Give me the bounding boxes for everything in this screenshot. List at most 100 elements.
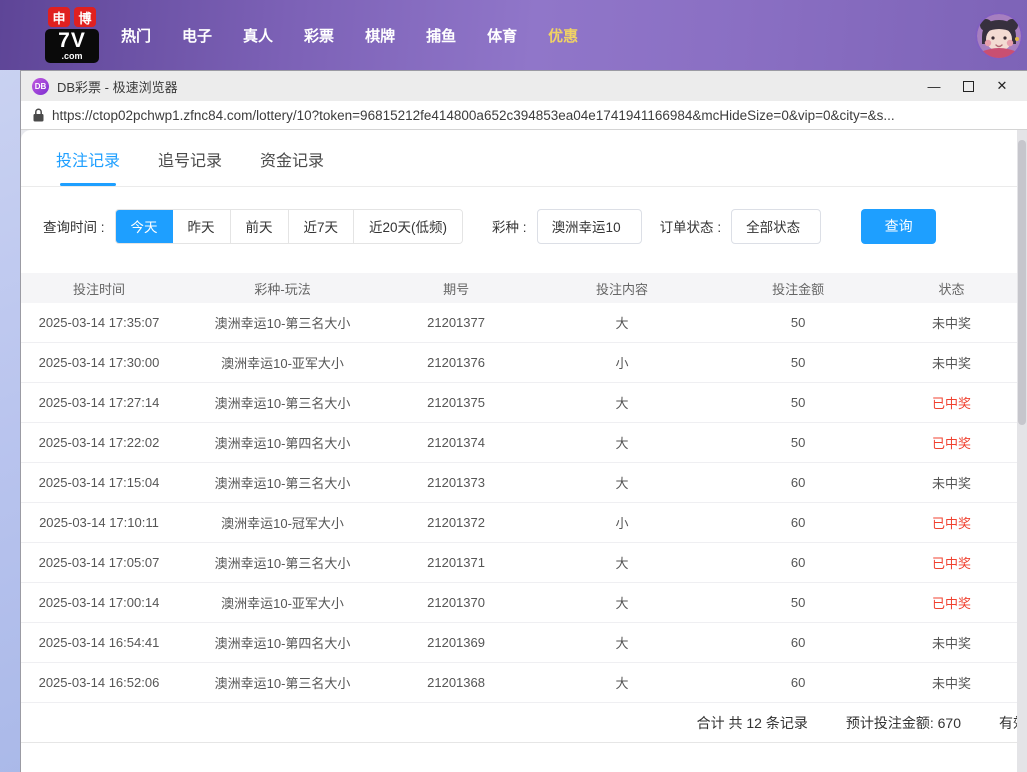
table-row[interactable]: 2025-03-14 16:52:06澳洲幸运10-第三名大小21201368大… bbox=[21, 663, 1027, 703]
table-summary: 合计 共 12 条记录 预计投注金额: 670 有效投注金额 bbox=[21, 703, 1027, 743]
nav-item-优惠[interactable]: 优惠 bbox=[548, 25, 578, 46]
record-tabs: 投注记录追号记录资金记录 bbox=[21, 130, 1027, 187]
cell-content: 大 bbox=[524, 433, 720, 452]
cell-time: 2025-03-14 17:05:07 bbox=[21, 555, 177, 570]
page-content: 投注记录追号记录资金记录 查询时间 : 今天昨天前天近7天近20天(低频) 彩种… bbox=[21, 130, 1027, 772]
column-header-投注时间: 投注时间 bbox=[21, 279, 177, 298]
cell-game: 澳洲幸运10-第三名大小 bbox=[177, 673, 388, 692]
tab-资金记录[interactable]: 资金记录 bbox=[260, 147, 324, 186]
nav-item-热门[interactable]: 热门 bbox=[121, 25, 151, 46]
brand-logo[interactable]: 申 博 7V .com bbox=[45, 7, 99, 63]
user-avatar[interactable] bbox=[977, 14, 1021, 58]
scrollbar-thumb[interactable] bbox=[1018, 140, 1026, 425]
nav-item-体育[interactable]: 体育 bbox=[487, 25, 517, 46]
cell-issue: 21201376 bbox=[388, 355, 524, 370]
table-row[interactable]: 2025-03-14 17:27:14澳洲幸运10-第三名大小21201375大… bbox=[21, 383, 1027, 423]
time-option-近20天(低频)[interactable]: 近20天(低频) bbox=[353, 210, 462, 243]
table-row[interactable]: 2025-03-14 17:35:07澳洲幸运10-第三名大小21201377大… bbox=[21, 303, 1027, 343]
cell-status: 未中奖 bbox=[876, 313, 1027, 332]
cell-content: 大 bbox=[524, 313, 720, 332]
time-option-今天[interactable]: 今天 bbox=[116, 210, 173, 243]
cell-amount: 60 bbox=[720, 675, 876, 690]
maximize-icon bbox=[963, 81, 974, 92]
cell-content: 大 bbox=[524, 673, 720, 692]
table-row[interactable]: 2025-03-14 17:22:02澳洲幸运10-第四名大小21201374大… bbox=[21, 423, 1027, 463]
cell-game: 澳洲幸运10-亚军大小 bbox=[177, 353, 388, 372]
top-navbar: 申 博 7V .com 热门 电子 真人 彩票 棋牌 捕鱼 体育 优惠 bbox=[0, 0, 1027, 70]
lottery-select[interactable]: 澳洲幸运10 bbox=[537, 209, 642, 244]
cell-amount: 50 bbox=[720, 355, 876, 370]
cell-time: 2025-03-14 17:22:02 bbox=[21, 435, 177, 450]
cell-amount: 60 bbox=[720, 515, 876, 530]
cell-issue: 21201377 bbox=[388, 315, 524, 330]
summary-expected-amount: 预计投注金额: 670 bbox=[846, 713, 961, 733]
time-filter-group: 今天昨天前天近7天近20天(低频) bbox=[115, 209, 464, 244]
main-menu: 热门 电子 真人 彩票 棋牌 捕鱼 体育 优惠 bbox=[121, 25, 578, 46]
cell-content: 小 bbox=[524, 513, 720, 532]
cell-status: 未中奖 bbox=[876, 633, 1027, 652]
table-row[interactable]: 2025-03-14 16:54:41澳洲幸运10-第四名大小21201369大… bbox=[21, 623, 1027, 663]
cell-content: 大 bbox=[524, 633, 720, 652]
table-row[interactable]: 2025-03-14 17:10:11澳洲幸运10-冠军大小21201372小6… bbox=[21, 503, 1027, 543]
table-row[interactable]: 2025-03-14 17:00:14澳洲幸运10-亚军大小21201370大5… bbox=[21, 583, 1027, 623]
cell-status: 未中奖 bbox=[876, 353, 1027, 372]
cell-issue: 21201372 bbox=[388, 515, 524, 530]
close-icon: ✕ bbox=[997, 78, 1008, 94]
avatar-illustration bbox=[977, 14, 1021, 58]
status-filter-label: 订单状态 : bbox=[660, 216, 722, 236]
logo-badge-shen: 申 bbox=[48, 7, 70, 27]
cell-game: 澳洲幸运10-第三名大小 bbox=[177, 553, 388, 572]
cell-content: 大 bbox=[524, 393, 720, 412]
nav-item-电子[interactable]: 电子 bbox=[182, 25, 212, 46]
column-header-期号: 期号 bbox=[388, 279, 524, 298]
time-option-近7天[interactable]: 近7天 bbox=[288, 210, 354, 243]
cell-amount: 50 bbox=[720, 435, 876, 450]
column-header-投注内容: 投注内容 bbox=[524, 279, 720, 298]
vertical-scrollbar[interactable] bbox=[1017, 130, 1027, 772]
cell-issue: 21201375 bbox=[388, 395, 524, 410]
window-titlebar[interactable]: DB DB彩票 - 极速浏览器 — ✕ bbox=[21, 71, 1027, 101]
maximize-button[interactable] bbox=[951, 73, 985, 99]
tab-追号记录[interactable]: 追号记录 bbox=[158, 147, 222, 186]
cell-issue: 21201371 bbox=[388, 555, 524, 570]
bet-table-body: 2025-03-14 17:35:07澳洲幸运10-第三名大小21201377大… bbox=[21, 303, 1027, 703]
table-row[interactable]: 2025-03-14 17:05:07澳洲幸运10-第三名大小21201371大… bbox=[21, 543, 1027, 583]
cell-game: 澳洲幸运10-第四名大小 bbox=[177, 433, 388, 452]
logo-badge-bo: 博 bbox=[74, 7, 96, 27]
cell-time: 2025-03-14 17:00:14 bbox=[21, 595, 177, 610]
time-option-前天[interactable]: 前天 bbox=[230, 210, 288, 243]
address-bar[interactable]: https://ctop02pchwp1.zfnc84.com/lottery/… bbox=[21, 101, 1027, 130]
nav-item-棋牌[interactable]: 棋牌 bbox=[365, 25, 395, 46]
column-header-彩种-玩法: 彩种-玩法 bbox=[177, 279, 388, 298]
cell-issue: 21201369 bbox=[388, 635, 524, 650]
table-row[interactable]: 2025-03-14 17:30:00澳洲幸运10-亚军大小21201376小5… bbox=[21, 343, 1027, 383]
browser-window: DB DB彩票 - 极速浏览器 — ✕ https://ctop02pchwp1… bbox=[20, 70, 1027, 772]
minimize-button[interactable]: — bbox=[917, 73, 951, 99]
cell-status: 已中奖 bbox=[876, 433, 1027, 452]
logo-suffix-text: .com bbox=[61, 52, 82, 61]
cell-amount: 60 bbox=[720, 555, 876, 570]
cell-game: 澳洲幸运10-第四名大小 bbox=[177, 633, 388, 652]
time-option-昨天[interactable]: 昨天 bbox=[173, 210, 230, 243]
nav-item-捕鱼[interactable]: 捕鱼 bbox=[426, 25, 456, 46]
cell-status: 未中奖 bbox=[876, 673, 1027, 692]
cell-time: 2025-03-14 16:54:41 bbox=[21, 635, 177, 650]
cell-game: 澳洲幸运10-第三名大小 bbox=[177, 473, 388, 492]
filter-bar: 查询时间 : 今天昨天前天近7天近20天(低频) 彩种 : 澳洲幸运10 订单状… bbox=[21, 208, 1027, 244]
cell-time: 2025-03-14 17:15:04 bbox=[21, 475, 177, 490]
records-card: 投注记录追号记录资金记录 查询时间 : 今天昨天前天近7天近20天(低频) 彩种… bbox=[21, 130, 1027, 772]
table-header: 投注时间彩种-玩法期号投注内容投注金额状态 bbox=[21, 273, 1027, 303]
table-row[interactable]: 2025-03-14 17:15:04澳洲幸运10-第三名大小21201373大… bbox=[21, 463, 1027, 503]
tab-投注记录[interactable]: 投注记录 bbox=[56, 147, 120, 186]
order-status-select[interactable]: 全部状态 bbox=[731, 209, 821, 244]
bet-records-table: 投注时间彩种-玩法期号投注内容投注金额状态 2025-03-14 17:35:0… bbox=[21, 273, 1027, 743]
nav-item-彩票[interactable]: 彩票 bbox=[304, 25, 334, 46]
cell-status: 已中奖 bbox=[876, 393, 1027, 412]
window-title: DB彩票 - 极速浏览器 bbox=[57, 77, 917, 96]
cell-content: 大 bbox=[524, 553, 720, 572]
nav-item-真人[interactable]: 真人 bbox=[243, 25, 273, 46]
cell-game: 澳洲幸运10-第三名大小 bbox=[177, 313, 388, 332]
close-button[interactable]: ✕ bbox=[985, 73, 1019, 99]
cell-amount: 50 bbox=[720, 395, 876, 410]
query-button[interactable]: 查询 bbox=[861, 209, 936, 244]
